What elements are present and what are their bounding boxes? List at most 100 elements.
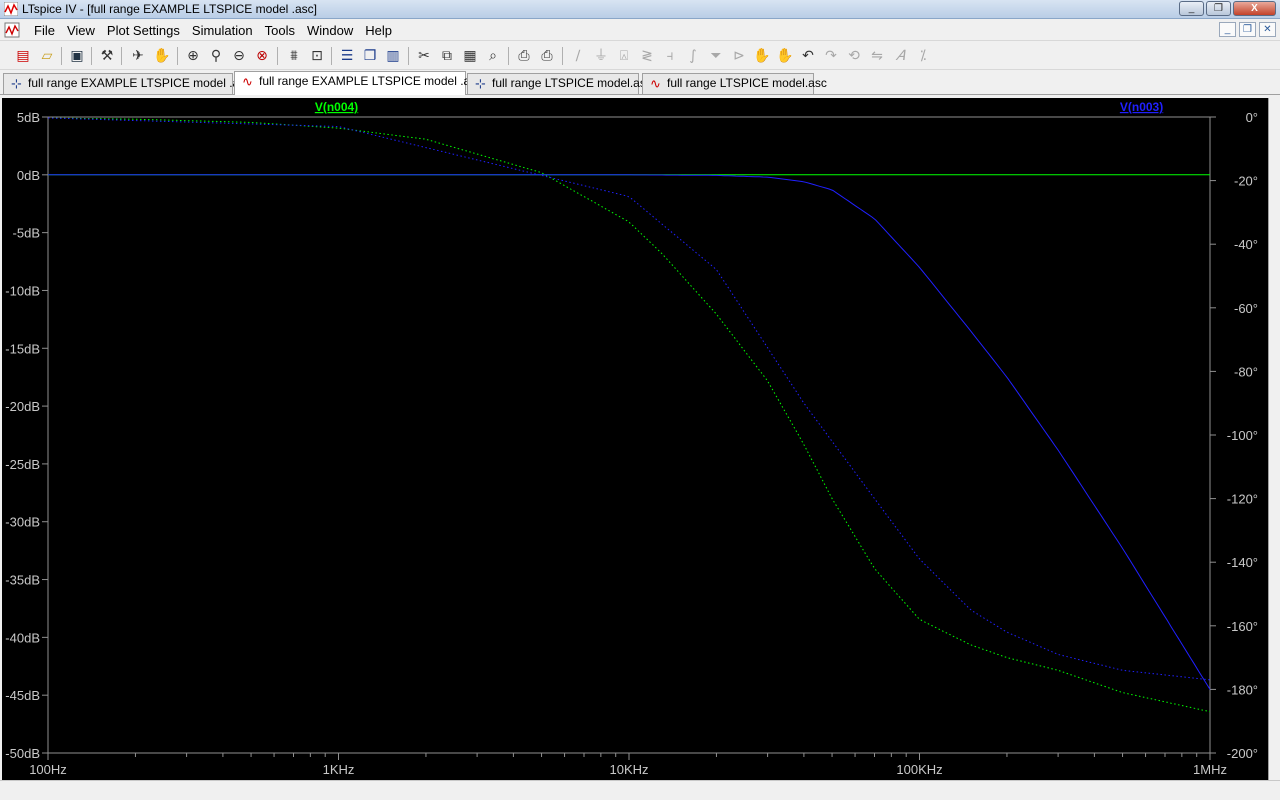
y2-tick-label: -60°: [1234, 301, 1258, 316]
control-panel-icon[interactable]: ⚒: [97, 46, 117, 66]
redo-icon[interactable]: ↷: [821, 46, 841, 66]
legend-label: V(n003): [1120, 100, 1163, 114]
x-tick-label: 100KHz: [896, 762, 942, 777]
menu-help[interactable]: Help: [359, 23, 398, 38]
zoom-extents-icon[interactable]: ⊡: [307, 46, 327, 66]
wire-icon[interactable]: ∕: [568, 46, 588, 66]
y-tick-label: 5dB: [17, 110, 40, 125]
menu-window[interactable]: Window: [301, 23, 359, 38]
waveform-plot[interactable]: 100Hz 1KHz 10KHz 100KHz 1MHz 5dB 0dB -5dB -10dB -…: [2, 98, 1268, 780]
y-tick-label: 0dB: [17, 168, 40, 183]
scroll-strip: [1268, 98, 1280, 780]
y-tick-label: -25dB: [5, 457, 40, 472]
series-vn003-magnitude-line: [48, 174, 1211, 690]
resistor-icon[interactable]: ≷: [637, 46, 657, 66]
y2-tick-label: -180°: [1227, 682, 1258, 697]
move-icon[interactable]: ✋: [752, 46, 772, 66]
component-icon[interactable]: ⊳: [729, 46, 749, 66]
y-tick-label: -50dB: [5, 746, 40, 761]
mdi-restore-button[interactable]: ❐: [1239, 22, 1256, 37]
y-tick-label: -40dB: [5, 630, 40, 645]
waveform-icon: ∿: [650, 77, 661, 92]
cut-icon[interactable]: ✂: [414, 46, 434, 66]
zoom-out-icon[interactable]: ⊖: [229, 46, 249, 66]
rotate-icon[interactable]: ⟲: [844, 46, 864, 66]
series-vn003-phase-line: [47, 117, 1211, 681]
x-tick-label: 1KHz: [323, 762, 355, 777]
toolbar-separator: [91, 47, 92, 65]
plot-frame: [47, 116, 1211, 754]
window-restore-button[interactable]: ❐: [1206, 1, 1231, 16]
toolbar-separator: [508, 47, 509, 65]
waveform-doc-icon[interactable]: [4, 22, 20, 38]
toolbar-separator: [331, 47, 332, 65]
tab-schematic-2[interactable]: ⊹ full range LTSPICE model.asc: [467, 73, 652, 94]
diode-icon[interactable]: ⏷: [706, 46, 726, 66]
mdi-minimize-button[interactable]: _: [1219, 22, 1236, 37]
menu-file[interactable]: File: [28, 23, 61, 38]
autorange-icon[interactable]: ⩩: [284, 46, 304, 66]
tab-waveform-1[interactable]: ∿ full range EXAMPLE LTSPICE model .asc: [234, 71, 482, 95]
find-icon[interactable]: ⌕: [483, 46, 503, 66]
menu-plot-settings[interactable]: Plot Settings: [101, 23, 186, 38]
halt-icon[interactable]: ✋: [152, 46, 172, 66]
tile-vertical-icon[interactable]: ▥: [383, 46, 403, 66]
menu-simulation[interactable]: Simulation: [186, 23, 259, 38]
run-icon[interactable]: ✈: [128, 46, 148, 66]
y-tick-label: -35dB: [5, 573, 40, 588]
tab-waveform-2[interactable]: ∿ full range LTSPICE model.asc: [642, 73, 827, 94]
zoom-cancel-icon[interactable]: ⊗: [252, 46, 272, 66]
toolbar: ▤ ▱ ▣ ⚒ ✈ ✋ ⊕ ⚲ ⊖ ⊗ ⩩ ⊡ ☰ ❐ ▥ ✂ ⧉ ▦ ⌕ ⎙ …: [0, 42, 1280, 70]
paste-icon[interactable]: ▦: [460, 46, 480, 66]
mirror-icon[interactable]: ⇋: [867, 46, 887, 66]
bode-plot-svg[interactable]: 100Hz 1KHz 10KHz 100KHz 1MHz 5dB 0dB -5dB -10dB -…: [2, 98, 1268, 780]
tab-label: full range EXAMPLE LTSPICE model .asc: [259, 74, 483, 88]
y2-tick-label: -100°: [1227, 428, 1258, 443]
y2-tick-label: -160°: [1227, 619, 1258, 634]
waveform-icon: ∿: [242, 75, 253, 90]
spice-directive-icon[interactable]: ⁒: [913, 46, 933, 66]
tile-horizontal-icon[interactable]: ☰: [337, 46, 357, 66]
toolbar-separator: [121, 47, 122, 65]
schematic-icon: ⊹: [475, 77, 486, 92]
label-net-icon[interactable]: ⍓: [614, 46, 634, 66]
text-icon[interactable]: 𝐴: [890, 46, 910, 66]
menu-tools[interactable]: Tools: [259, 23, 301, 38]
tab-label: full range EXAMPLE LTSPICE model .asc: [28, 76, 252, 90]
new-schematic-icon[interactable]: ▤: [13, 46, 33, 66]
document-tabs: ⊹ full range EXAMPLE LTSPICE model .asc …: [0, 70, 1280, 95]
menu-bar: File View Plot Settings Simulation Tools…: [0, 19, 1280, 41]
drag-icon[interactable]: ✋: [775, 46, 795, 66]
y2-tick-label: -40°: [1234, 237, 1258, 252]
window-minimize-button[interactable]: _: [1179, 1, 1204, 16]
print-setup-icon[interactable]: ⎙: [514, 46, 534, 66]
tab-schematic-1[interactable]: ⊹ full range EXAMPLE LTSPICE model .asc: [3, 73, 251, 94]
y2-tick-label: -200°: [1227, 746, 1258, 761]
y-tick-label: -20dB: [5, 399, 40, 414]
legend-label: V(n004): [315, 100, 358, 114]
zoom-rect-icon[interactable]: ⚲: [206, 46, 226, 66]
print-icon[interactable]: ⎙: [537, 46, 557, 66]
copy-icon[interactable]: ⧉: [437, 46, 457, 66]
menu-view[interactable]: View: [61, 23, 101, 38]
capacitor-icon[interactable]: ⫞: [660, 46, 680, 66]
toolbar-separator: [177, 47, 178, 65]
cascade-icon[interactable]: ❐: [360, 46, 380, 66]
zoom-in-icon[interactable]: ⊕: [183, 46, 203, 66]
y2-tick-label: -80°: [1234, 364, 1258, 379]
y2-tick-label: -120°: [1227, 492, 1258, 507]
undo-icon[interactable]: ↶: [798, 46, 818, 66]
inductor-icon[interactable]: ∫: [683, 46, 703, 66]
window-close-button[interactable]: X: [1233, 1, 1276, 16]
window-title: LTspice IV - [full range EXAMPLE LTSPICE…: [22, 2, 318, 16]
ground-icon[interactable]: ⏚: [591, 46, 611, 66]
save-icon[interactable]: ▣: [67, 46, 87, 66]
mdi-close-button[interactable]: ✕: [1259, 22, 1276, 37]
y2-tick-label: -20°: [1234, 174, 1258, 189]
open-icon[interactable]: ▱: [37, 46, 57, 66]
title-bar: LTspice IV - [full range EXAMPLE LTSPICE…: [0, 0, 1280, 19]
status-bar: [0, 780, 1280, 800]
series-vn004-phase-line: [48, 117, 1211, 713]
y-tick-label: -5dB: [13, 226, 40, 241]
y2-tick-label: -140°: [1227, 555, 1258, 570]
